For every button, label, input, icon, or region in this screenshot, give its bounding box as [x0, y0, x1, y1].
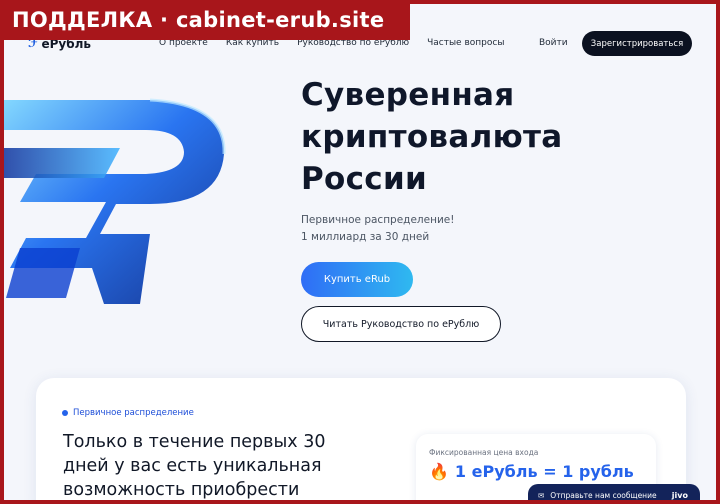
distribution-text: Только в течение первых 30 дней у вас ес…	[63, 430, 363, 502]
price-value-row: 🔥 1 еРубль = 1 рубль	[429, 462, 634, 481]
distribution-text-line: дней у вас есть уникальная	[63, 456, 322, 476]
distribution-text-line: Только в течение первых 30	[63, 432, 326, 452]
chat-brand: jivo	[671, 490, 688, 500]
badge-dot-icon	[62, 410, 68, 416]
distribution-badge: Первичное распределение	[62, 408, 194, 418]
register-button[interactable]: Зарегистрироваться	[582, 31, 692, 56]
badge-label: Первичное распределение	[73, 408, 194, 418]
chat-label: Отправьте нам сообщение	[550, 490, 657, 500]
buy-erub-button[interactable]: Купить eRub	[301, 262, 413, 297]
hero-title-line: Суверенная	[301, 77, 515, 113]
price-label: Фиксированная цена входа	[429, 448, 539, 457]
hero-subtitle: Первичное распределение! 1 миллиард за 3…	[301, 212, 454, 246]
login-link[interactable]: Войти	[539, 38, 568, 48]
message-icon: ✉	[538, 490, 545, 500]
hero-title: Суверенная криптовалюта России	[301, 74, 563, 200]
nav-item-faq[interactable]: Частые вопросы	[427, 38, 504, 48]
chat-widget[interactable]: ✉ Отправьте нам сообщение jivo	[528, 484, 700, 504]
hero-title-line: криптовалюта	[301, 119, 563, 155]
distribution-text-line: возможность приобрести	[63, 480, 300, 500]
hero-title-line: России	[301, 161, 428, 197]
fake-site-warning-banner: ПОДДЕЛКА · cabinet-erub.site	[0, 0, 410, 40]
read-guide-button[interactable]: Читать Руководство по еРублю	[301, 306, 501, 342]
hero-subtitle-line: 1 миллиард за 30 дней	[301, 231, 430, 243]
erub-logo-3d-icon	[0, 98, 226, 304]
price-value: 1 еРубль = 1 рубль	[454, 462, 634, 481]
fire-icon: 🔥	[429, 462, 449, 481]
hero-subtitle-line: Первичное распределение!	[301, 214, 455, 226]
